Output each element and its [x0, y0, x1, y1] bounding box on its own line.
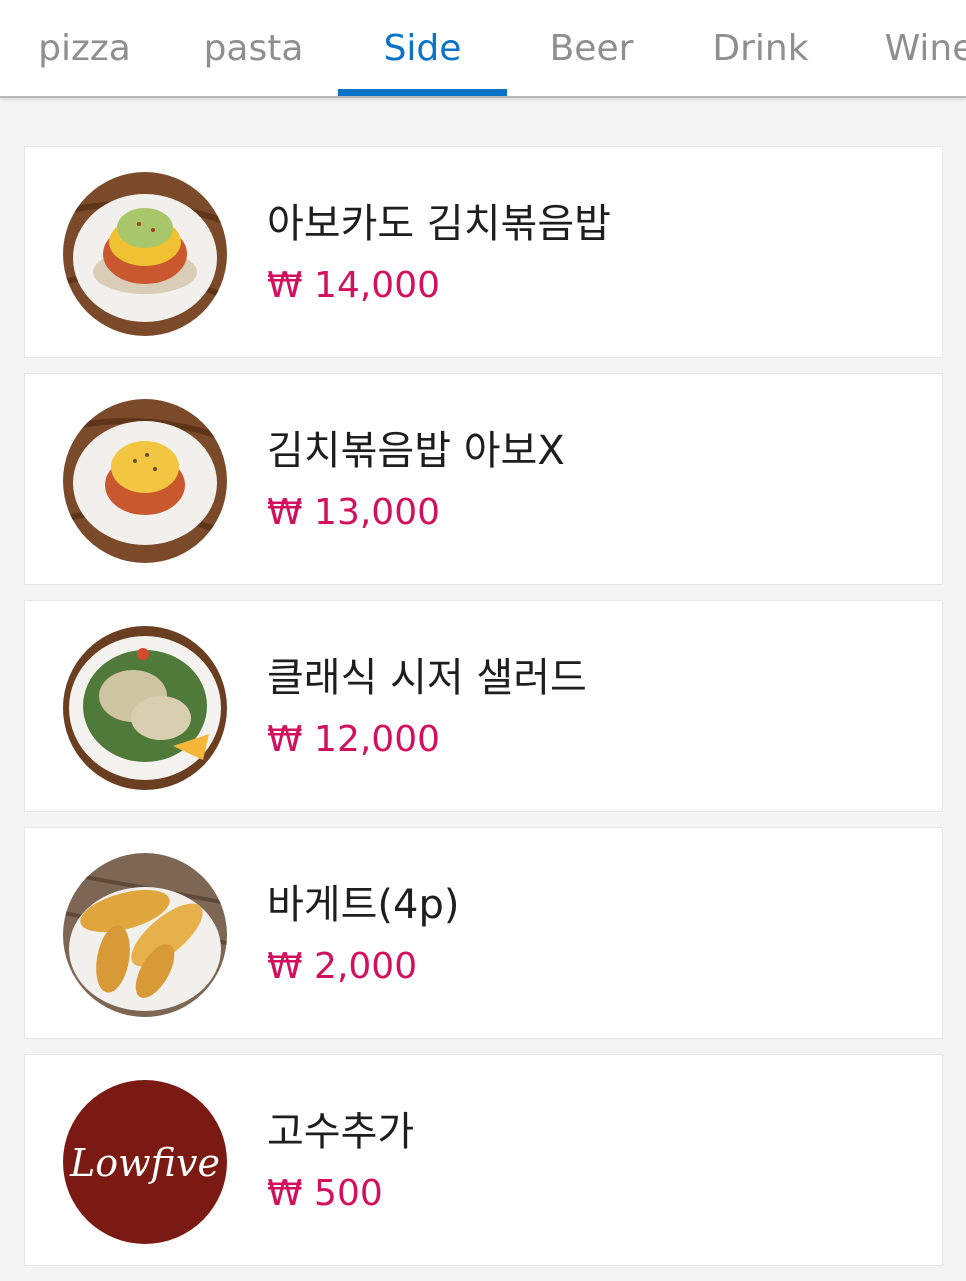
menu-list: 아보카도 김치볶음밥 ₩ 14,000 김치볶음밥 아보X ₩ 13,000 클… — [24, 146, 943, 1281]
tab-beer[interactable]: Beer — [507, 0, 676, 96]
avocado-kimchi-fried-rice-photo — [63, 172, 227, 336]
menu-item-name: 고수추가 — [267, 1109, 415, 1155]
menu-item-price: ₩ 2,000 — [267, 946, 418, 987]
menu-item-name: 아보카도 김치볶음밥 — [267, 201, 611, 247]
category-tab-bar: pizza pasta Side Beer Drink Wine — [0, 0, 966, 98]
menu-item-caesar-salad[interactable]: 클래식 시저 샐러드 ₩ 12,000 — [24, 600, 943, 812]
menu-item-name: 클래식 시저 샐러드 — [267, 655, 587, 701]
menu-item-avocado-kimchi-fried-rice[interactable]: 아보카도 김치볶음밥 ₩ 14,000 — [24, 146, 943, 358]
menu-item-baguette[interactable]: 바게트(4p) ₩ 2,000 — [24, 827, 943, 1039]
tab-pasta[interactable]: pasta — [169, 0, 338, 96]
menu-item-price: ₩ 14,000 — [267, 265, 441, 306]
svg-text:Lowfive: Lowfive — [69, 1141, 220, 1185]
tab-label: Beer — [549, 27, 634, 69]
tab-label: pasta — [203, 27, 304, 69]
tab-label: pizza — [38, 27, 131, 69]
menu-item-price: ₩ 13,000 — [267, 492, 441, 533]
tab-pizza[interactable]: pizza — [0, 0, 169, 96]
menu-item-kimchi-fried-rice[interactable]: 김치볶음밥 아보X ₩ 13,000 — [24, 373, 943, 585]
tab-side[interactable]: Side — [338, 0, 507, 96]
caesar-salad-photo — [63, 626, 227, 790]
tab-drink[interactable]: Drink — [676, 0, 845, 96]
tab-wine[interactable]: Wine — [845, 0, 966, 96]
baguette-photo — [63, 853, 227, 1017]
menu-item-price: ₩ 12,000 — [267, 719, 441, 760]
tab-label: Drink — [712, 27, 809, 69]
menu-item-name: 김치볶음밥 아보X — [267, 428, 565, 474]
tab-label: Side — [383, 27, 462, 69]
lowfive-logo: Lowfive — [63, 1080, 227, 1244]
menu-item-add-cilantro[interactable]: Lowfive 고수추가 ₩ 500 — [24, 1054, 943, 1266]
menu-item-price: ₩ 500 — [267, 1173, 383, 1214]
active-tab-indicator — [338, 89, 507, 96]
tab-label: Wine — [884, 27, 966, 69]
kimchi-fried-rice-photo — [63, 399, 227, 563]
menu-item-name: 바게트(4p) — [267, 882, 460, 928]
